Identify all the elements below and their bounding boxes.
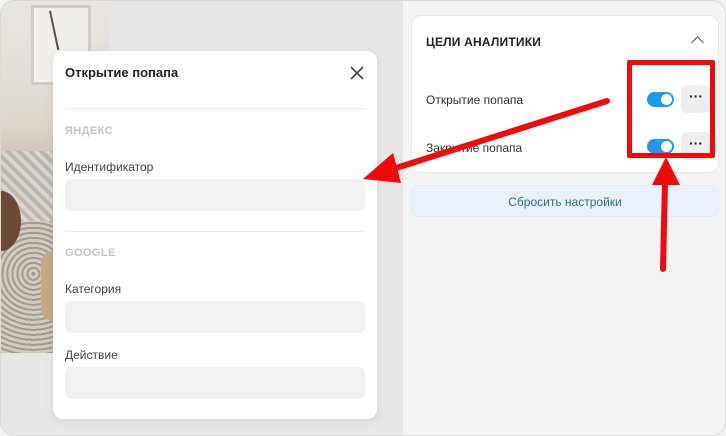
category-input[interactable]: [65, 301, 365, 333]
identifier-input[interactable]: [65, 179, 365, 211]
goal-label-close: Закрытие попапа: [426, 141, 523, 155]
chevron-up-icon[interactable]: [691, 36, 704, 49]
analytics-goals-title: ЦЕЛИ АНАЛИТИКИ: [426, 35, 542, 49]
action-label: Действие: [65, 348, 118, 362]
highlight-box: [627, 60, 715, 158]
action-input[interactable]: [65, 367, 365, 399]
divider: [65, 108, 365, 109]
section-heading-yandex: ЯНДЕКС: [65, 125, 113, 137]
section-heading-google: GOOGLE: [65, 247, 116, 259]
popup-title: Открытие попапа: [65, 65, 179, 80]
goal-label-open: Открытие попапа: [426, 93, 524, 107]
divider: [65, 231, 365, 232]
goal-settings-popup: Открытие попапа ЯНДЕКС Идентификатор GOO…: [53, 51, 377, 419]
close-icon[interactable]: [349, 65, 365, 81]
app-frame: ЦЕЛИ АНАЛИТИКИ Открытие попапа ··· Закры…: [0, 0, 726, 436]
reset-settings-button[interactable]: Сбросить настройки: [411, 185, 719, 217]
category-label: Категория: [65, 282, 122, 296]
identifier-label: Идентификатор: [65, 160, 154, 174]
